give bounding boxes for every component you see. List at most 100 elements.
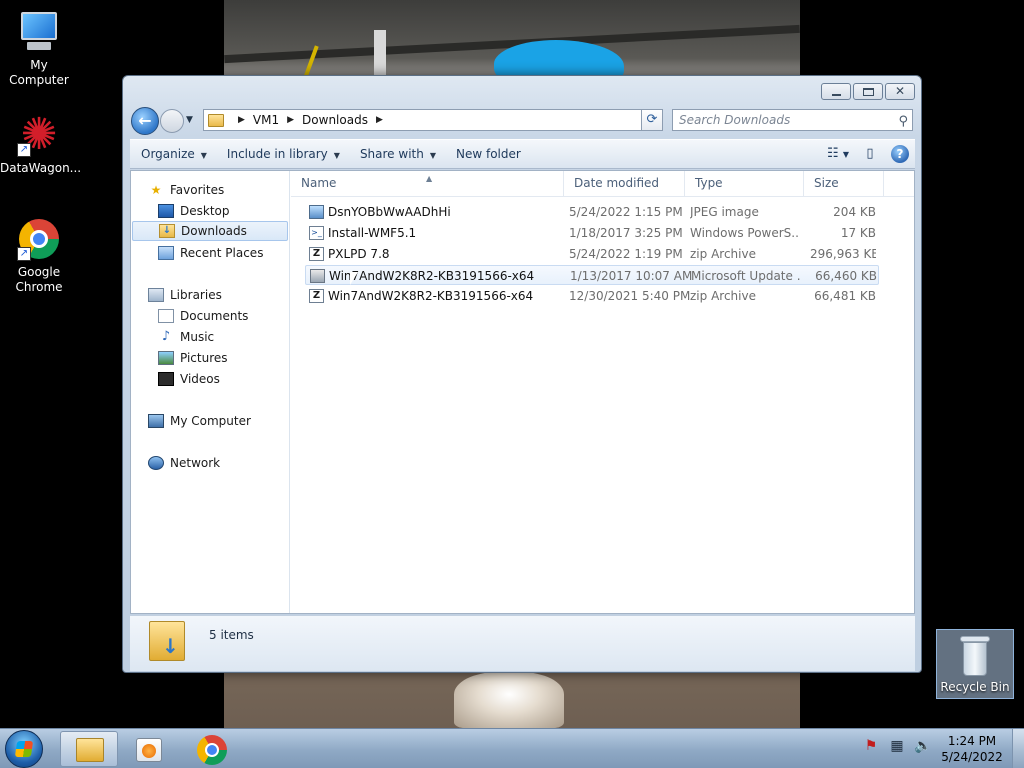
recycle-bin-icon (960, 636, 990, 676)
show-desktop-button[interactable] (1012, 729, 1024, 768)
zip-file-icon: Z (309, 289, 324, 303)
desktop-icon-my-computer[interactable]: My Computer (0, 10, 78, 88)
file-row[interactable]: Z Win7AndW2K8R2-KB3191566-x64 12/30/2021… (305, 286, 879, 306)
minimize-icon (832, 94, 841, 96)
column-header-size[interactable]: Size (804, 171, 884, 197)
volume-icon[interactable]: 🔈 (914, 737, 932, 755)
file-type: JPEG image (690, 205, 759, 219)
change-view-button[interactable]: ☷ ▼ (827, 144, 849, 164)
file-row-hovered[interactable]: Win7AndW2K8R2-KB3191566-x64 1/13/2017 10… (305, 265, 879, 285)
column-header-type[interactable]: Type (685, 171, 804, 197)
share-with-button[interactable]: Share with ▼ (349, 140, 445, 168)
system-tray: ⚑ ▦ 🔈 (862, 737, 932, 755)
taskbar-explorer-button[interactable] (60, 731, 118, 767)
nav-libraries[interactable]: Libraries (148, 285, 305, 305)
breadcrumb-separator-icon: ▶ (375, 115, 383, 125)
new-folder-button[interactable]: New folder (445, 140, 530, 168)
desktop-icon-label: Google Chrome (15, 265, 63, 294)
desktop-icon-chrome[interactable]: ↗ Google Chrome (0, 217, 78, 295)
chrome-icon: ↗ (17, 217, 61, 261)
nav-item-videos[interactable]: Videos (158, 369, 288, 389)
videos-icon (158, 372, 174, 386)
taskbar: ⚑ ▦ 🔈 1:24 PM 5/24/2022 (0, 728, 1024, 768)
search-placeholder: Search Downloads (679, 113, 791, 127)
breadcrumb-vm1[interactable]: VM1 (253, 113, 279, 127)
nav-favorites[interactable]: ★ Favorites (148, 180, 305, 200)
minimize-button[interactable] (821, 83, 851, 100)
desktop-folder-icon (158, 204, 174, 218)
file-type: Microsoft Update ... (691, 269, 801, 283)
maximize-button[interactable] (853, 83, 883, 100)
nav-network[interactable]: Network (148, 453, 305, 473)
start-button[interactable] (5, 730, 43, 768)
column-header-name[interactable]: ▲ Name (291, 171, 564, 197)
desktop-icon-datawagon[interactable]: ✺ ↗ DataWagon... (0, 113, 81, 176)
refresh-button[interactable]: ⟳ (641, 109, 663, 131)
recent-pages-button[interactable]: ▼ (186, 112, 196, 128)
shortcut-arrow-icon: ↗ (17, 143, 31, 157)
search-icon[interactable]: ⚲ (898, 112, 908, 132)
nav-item-music[interactable]: ♪ Music (158, 327, 288, 347)
command-bar: Organize ▼ Include in library ▼ Share with… (130, 139, 915, 169)
forward-button[interactable] (160, 109, 184, 133)
folder-icon (208, 113, 224, 127)
breadcrumb-downloads[interactable]: Downloads (302, 113, 368, 127)
media-player-icon (136, 738, 162, 762)
pictures-icon (158, 351, 174, 365)
computer-icon (148, 414, 164, 428)
nav-item-pictures[interactable]: Pictures (158, 348, 288, 368)
chevron-down-icon: ▼ (200, 151, 207, 160)
file-row[interactable]: DsnYOBbWwAADhHi 5/24/2022 1:15 PM JPEG i… (305, 202, 879, 222)
file-date: 12/30/2021 5:40 PM (569, 289, 691, 303)
nav-my-computer[interactable]: My Computer (148, 411, 305, 431)
file-row[interactable]: >_ Install-WMF5.1 1/18/2017 3:25 PM Wind… (305, 223, 879, 243)
details-pane: 5 items (130, 615, 915, 671)
nav-item-downloads[interactable]: ↓ Downloads (132, 221, 288, 241)
file-date: 1/13/2017 10:07 AM (570, 269, 693, 283)
datawagon-icon: ✺ ↗ (17, 113, 61, 157)
help-button[interactable]: ? (891, 145, 909, 163)
search-input[interactable]: Search Downloads ⚲ (672, 109, 913, 131)
view-list-icon: ☷ (827, 146, 839, 161)
recent-places-icon (158, 246, 174, 260)
file-type: zip Archive (690, 247, 756, 261)
desktop-icon-label: My Computer (9, 58, 69, 87)
file-name: Win7AndW2K8R2-KB3191566-x64 (328, 289, 534, 303)
file-size: 204 KB (833, 205, 876, 219)
file-name: DsnYOBbWwAADhHi (328, 205, 451, 219)
nav-item-recent-places[interactable]: Recent Places (158, 243, 288, 263)
include-in-library-button[interactable]: Include in library ▼ (216, 140, 349, 168)
taskbar-media-player-button[interactable] (120, 731, 178, 767)
file-name: PXLPD 7.8 (328, 247, 390, 261)
explorer-folder-icon (76, 738, 104, 762)
documents-icon (158, 309, 174, 323)
caption-buttons: ✕ (821, 83, 915, 100)
preview-pane-button[interactable]: ▯ (859, 144, 881, 164)
file-list: ▲ Name Date modified Type Size DsnYOBbWwA… (291, 171, 914, 613)
chevron-down-icon: ▼ (333, 151, 340, 160)
file-row[interactable]: Z PXLPD 7.8 5/24/2022 1:19 PM zip Archiv… (305, 244, 879, 264)
file-date: 1/18/2017 3:25 PM (569, 226, 683, 240)
network-icon (148, 456, 164, 470)
breadcrumb-separator-icon: ▶ (238, 115, 245, 125)
taskbar-chrome-button[interactable] (183, 731, 241, 767)
nav-item-desktop[interactable]: Desktop (158, 201, 288, 221)
desktop-icon-label: Recycle Bin (940, 680, 1010, 694)
network-tray-icon[interactable]: ▦ (888, 737, 906, 755)
favorites-star-icon: ★ (150, 183, 162, 197)
organize-button[interactable]: Organize ▼ (130, 140, 216, 168)
column-header-date-modified[interactable]: Date modified (564, 171, 685, 197)
chrome-icon (197, 735, 227, 765)
my-computer-icon (17, 10, 61, 54)
breadcrumb-separator-icon: ▶ (287, 115, 295, 125)
navigation-pane: ★ Favorites Desktop ↓ Downloads Recent Pla… (131, 171, 290, 613)
powershell-file-icon: >_ (309, 226, 324, 240)
back-button[interactable]: ← (131, 107, 159, 135)
zip-file-icon: Z (309, 247, 324, 261)
address-bar[interactable]: ▶ VM1 ▶ Downloads ▶ ▼ (203, 109, 658, 131)
clock[interactable]: 1:24 PM 5/24/2022 (934, 733, 1010, 765)
close-button[interactable]: ✕ (885, 83, 915, 100)
nav-item-documents[interactable]: Documents (158, 306, 288, 326)
action-center-flag-icon[interactable]: ⚑ (862, 737, 880, 755)
desktop-icon-recycle-bin[interactable]: Recycle Bin (936, 629, 1014, 699)
